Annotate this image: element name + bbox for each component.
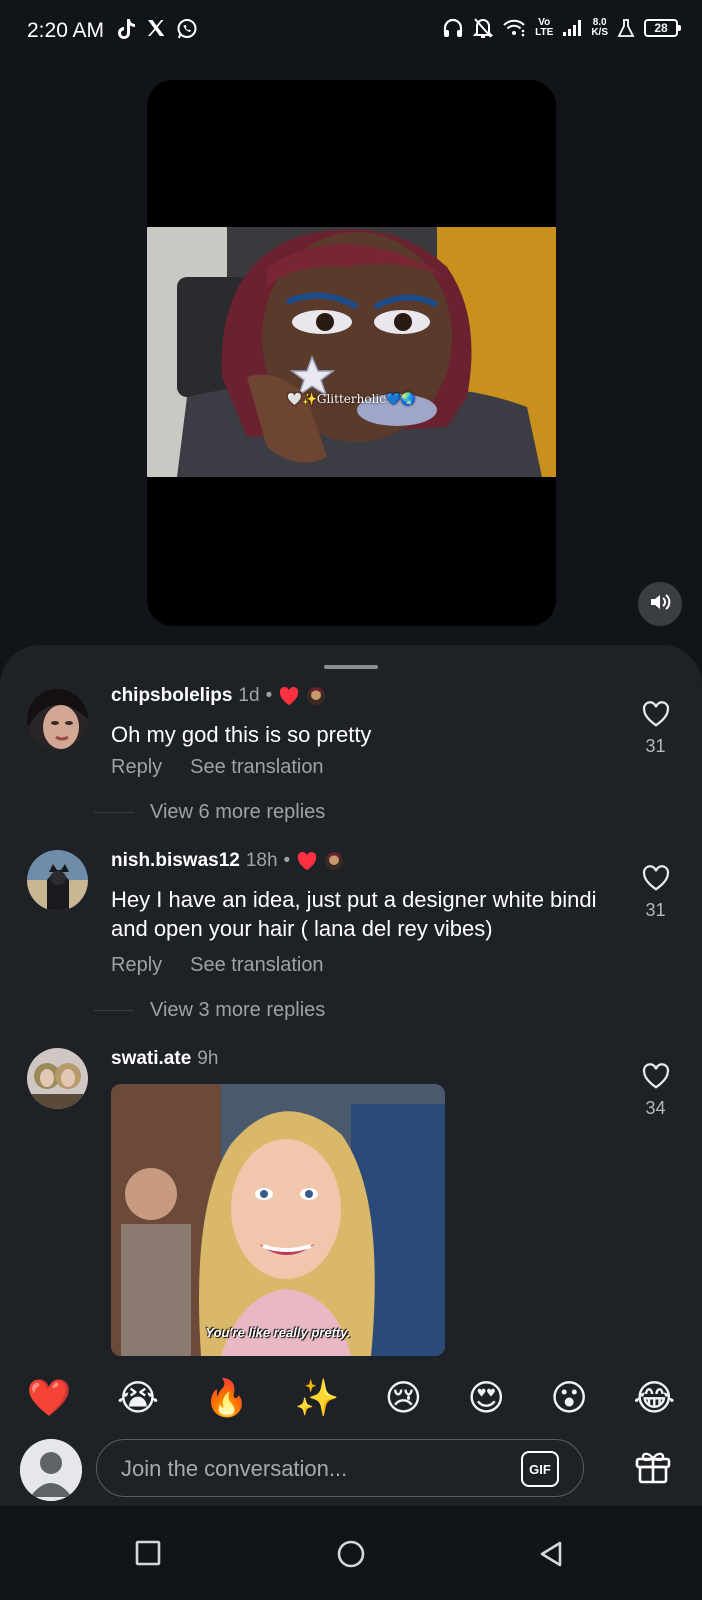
emoji-crying[interactable]: 😭	[117, 1379, 159, 1419]
wifi-icon	[502, 18, 526, 38]
whatsapp-icon	[176, 18, 198, 40]
status-time: 2:20 AM	[27, 19, 105, 42]
creator-avatar-icon	[306, 686, 326, 706]
circle-icon	[336, 1540, 366, 1568]
emoji-heart-eyes[interactable]: 😍	[467, 1379, 505, 1419]
headphones-icon	[442, 17, 464, 39]
like-count: 31	[645, 736, 666, 756]
square-icon	[135, 1540, 161, 1566]
comment-text: Oh my god this is so pretty	[111, 722, 372, 747]
comment-time: 18h	[245, 850, 278, 871]
emoji-quick-bar: ❤️ 😭 🔥 ✨ 😢 😍 😮 😂	[0, 1368, 702, 1430]
heart-outline-icon	[638, 1062, 673, 1090]
avatar[interactable]	[27, 689, 88, 750]
reply-button[interactable]: Reply	[111, 954, 162, 977]
gift-button[interactable]	[633, 1446, 673, 1490]
tiktok-icon	[116, 18, 136, 40]
comment-username[interactable]: chipsbolelips	[111, 685, 232, 707]
comment-actions: Reply See translation	[111, 756, 324, 779]
battery-indicator: 28	[644, 19, 681, 37]
comment-composer: Join the conversation... GIF	[0, 1430, 702, 1506]
comment-header: chipsbolelips 1d •	[111, 685, 326, 707]
comment-input[interactable]: Join the conversation... GIF	[96, 1439, 584, 1497]
separator-dot: •	[283, 850, 291, 871]
like-button[interactable]: 31	[638, 864, 673, 921]
emoji-sparkles[interactable]: ✨	[294, 1379, 339, 1419]
heart-outline-icon	[638, 864, 673, 892]
network-type: Vo LTE	[535, 17, 554, 38]
video-frame-image: 🤍✨Glitterholic💙🌏	[147, 227, 556, 477]
notification-icons	[116, 18, 198, 40]
creator-avatar-icon	[324, 851, 344, 871]
comment-header: nish.biswas12 18h •	[111, 850, 344, 872]
comment-username[interactable]: swati.ate	[111, 1048, 191, 1070]
status-bar: 2:20 AM Vo LTE 8.0 K/S 28	[0, 0, 702, 62]
recents-button[interactable]	[135, 1540, 161, 1566]
emoji-heart[interactable]: ❤️	[27, 1379, 72, 1419]
view-more-replies-button[interactable]: View 3 more replies	[93, 999, 325, 1022]
creator-liked-heart-icon	[278, 686, 300, 706]
comment-header: swati.ate 9h	[111, 1048, 218, 1070]
creator-liked-heart-icon	[296, 851, 318, 871]
bell-off-icon	[473, 17, 494, 39]
avatar[interactable]	[27, 1048, 88, 1109]
emoji-sad-tear[interactable]: 😢	[385, 1379, 423, 1419]
system-status-icons: Vo LTE 8.0 K/S 28	[442, 17, 681, 39]
gif-button[interactable]: GIF	[521, 1451, 559, 1487]
x-icon	[146, 18, 166, 40]
separator-dot: •	[265, 685, 273, 706]
gif-caption: You're like really pretty.	[205, 1325, 351, 1340]
gift-icon	[633, 1452, 673, 1490]
my-avatar	[20, 1439, 82, 1501]
comment-time: 9h	[197, 1048, 219, 1069]
reply-button[interactable]: Reply	[111, 756, 162, 779]
video-watermark: 🤍✨Glitterholic💙🌏	[287, 392, 416, 406]
comment-username[interactable]: nish.biswas12	[111, 850, 240, 872]
back-button[interactable]	[538, 1540, 564, 1568]
comment-actions: Reply See translation	[111, 954, 324, 977]
comment-gif[interactable]: You're like really pretty.	[111, 1084, 445, 1356]
comment-time: 1d	[238, 685, 260, 706]
like-count: 34	[645, 1098, 666, 1118]
network-speed: 8.0 K/S	[591, 17, 608, 38]
flask-icon	[617, 18, 635, 38]
see-translation-button[interactable]: See translation	[190, 954, 323, 977]
like-count: 31	[645, 900, 666, 920]
signal-icon	[562, 19, 582, 37]
sound-toggle-button[interactable]	[638, 582, 682, 626]
home-button[interactable]	[336, 1540, 366, 1568]
comment-text: Hey I have an idea, just put a designer …	[111, 887, 597, 941]
system-navigation-bar	[0, 1506, 702, 1600]
see-translation-button[interactable]: See translation	[190, 756, 323, 779]
comment-input-placeholder: Join the conversation...	[121, 1456, 348, 1481]
like-button[interactable]: 34	[638, 1062, 673, 1119]
avatar[interactable]	[27, 850, 88, 911]
speaker-icon	[649, 592, 671, 617]
heart-outline-icon	[638, 700, 673, 728]
emoji-fire[interactable]: 🔥	[204, 1379, 249, 1419]
emoji-surprised[interactable]: 😮	[550, 1379, 588, 1419]
drag-handle[interactable]	[324, 665, 378, 669]
back-triangle-icon	[538, 1540, 564, 1568]
view-more-replies-button[interactable]: View 6 more replies	[93, 801, 325, 824]
video-player[interactable]: 🤍✨Glitterholic💙🌏	[147, 80, 556, 626]
emoji-laughing[interactable]: 😂	[633, 1379, 675, 1419]
like-button[interactable]: 31	[638, 700, 673, 757]
